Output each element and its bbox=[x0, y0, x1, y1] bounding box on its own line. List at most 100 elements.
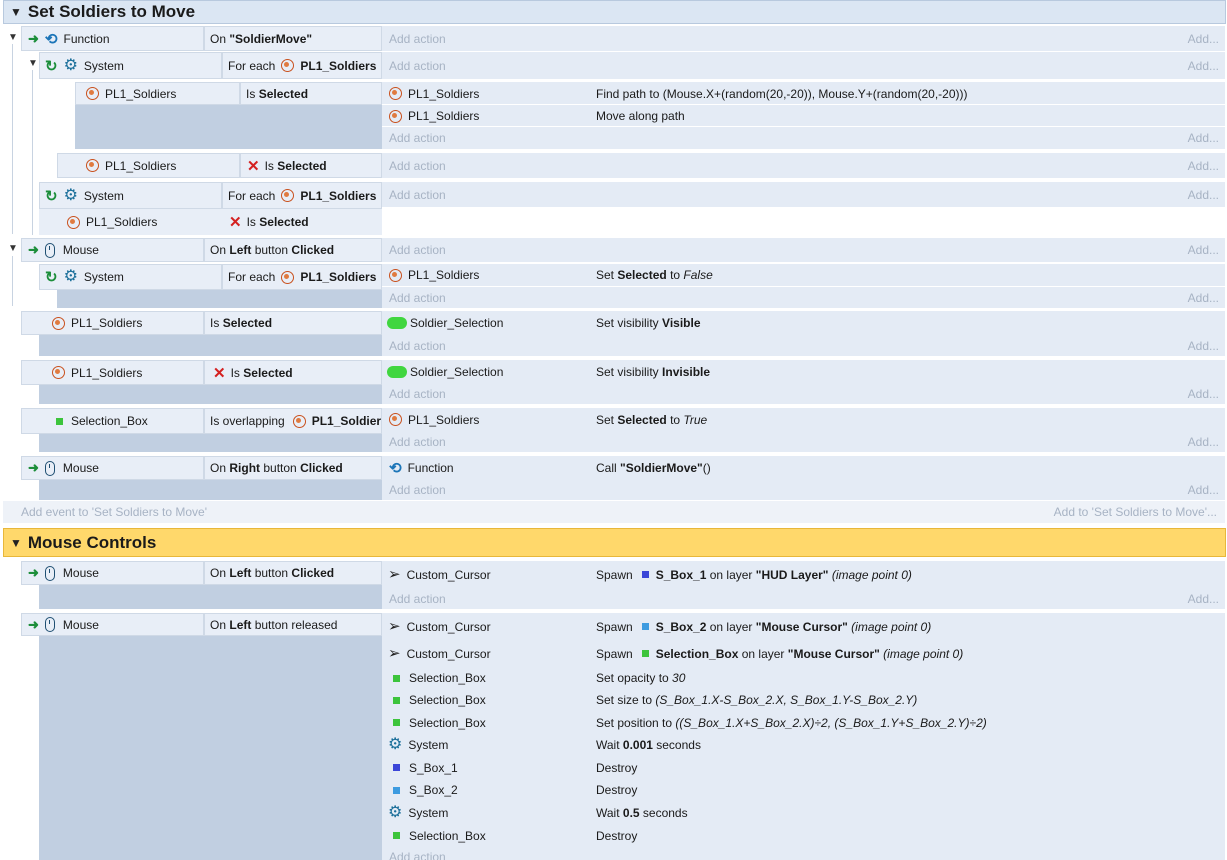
event-e2a-add-action[interactable]: Add action Add... bbox=[382, 287, 1225, 308]
add-action-link[interactable]: Add action bbox=[389, 435, 446, 449]
collapse-triangle-icon[interactable]: ▼ bbox=[10, 536, 22, 550]
add-action-link[interactable]: Add action bbox=[389, 243, 446, 257]
action-row[interactable]: ➢ Custom_Cursor bbox=[382, 640, 590, 667]
event-e1a1-object[interactable]: PL1_Soldiers bbox=[75, 82, 240, 105]
action-row[interactable]: Selection_Box bbox=[382, 689, 590, 711]
add-action-link[interactable]: Add action bbox=[389, 32, 446, 46]
action-text[interactable]: Spawn S_Box_2 on layer "Mouse Cursor" (i… bbox=[590, 613, 1225, 640]
event-m2-object[interactable]: ➜ Mouse bbox=[21, 613, 204, 636]
add-link[interactable]: Add... bbox=[1188, 159, 1219, 173]
event-e5-add-action[interactable]: Add action Add... bbox=[382, 431, 1225, 452]
group-header-set-soldiers[interactable]: ▼ Set Soldiers to Move bbox=[3, 0, 1226, 24]
add-link[interactable]: Add... bbox=[1188, 387, 1219, 401]
event-e1b-condition[interactable]: For each PL1_Soldiers bbox=[222, 182, 382, 209]
action-row[interactable]: Selection_Box bbox=[382, 824, 590, 847]
action-text[interactable]: Destroy bbox=[590, 756, 1225, 779]
action-row[interactable]: Selection_Box bbox=[382, 667, 590, 689]
action-text[interactable]: Call "SoldierMove" () bbox=[590, 456, 1225, 479]
action-text[interactable]: Set position to ((S_Box_1.X+S_Box_2.X)÷2… bbox=[590, 711, 1225, 734]
event-e3-object[interactable]: PL1_Soldiers bbox=[21, 311, 204, 335]
add-link[interactable]: Add... bbox=[1188, 483, 1219, 497]
add-action-link[interactable]: Add action bbox=[389, 131, 446, 145]
action-text[interactable]: Set visibility Invisible bbox=[590, 360, 1225, 383]
add-link[interactable]: Add... bbox=[1188, 188, 1219, 202]
action-text[interactable]: Set opacity to 30 bbox=[590, 667, 1225, 689]
add-action-link[interactable]: Add action bbox=[389, 291, 446, 305]
event-e1-object[interactable]: ➜ ⟲ Function bbox=[21, 26, 204, 51]
event-e6-add-action[interactable]: Add action Add... bbox=[382, 479, 1225, 500]
add-action-link[interactable]: Add action bbox=[389, 483, 446, 497]
group-footer[interactable]: Add event to 'Set Soldiers to Move' Add … bbox=[3, 501, 1225, 523]
event-e1a2-condition[interactable]: ✕ Is Selected bbox=[240, 153, 382, 178]
event-e1a-add-action[interactable]: Add action Add... bbox=[382, 52, 1225, 79]
action-row[interactable]: PL1_Soldiers bbox=[382, 264, 590, 286]
event-e1b-object-2[interactable]: PL1_Soldiers bbox=[39, 209, 222, 235]
action-row[interactable]: ⚙ System bbox=[382, 734, 590, 756]
event-e5-object[interactable]: Selection_Box bbox=[21, 408, 204, 434]
collapse-triangle-icon[interactable]: ▼ bbox=[10, 5, 22, 19]
action-text[interactable]: Set size to (S_Box_1.X-S_Box_2.X, S_Box_… bbox=[590, 689, 1225, 711]
add-action-link[interactable]: Add action bbox=[389, 339, 446, 353]
action-text[interactable]: Set Selected to False bbox=[590, 264, 1225, 286]
action-text[interactable]: Wait 0.001 seconds bbox=[590, 734, 1225, 756]
action-row[interactable]: ⟲ Function bbox=[382, 456, 590, 479]
add-link[interactable]: Add... bbox=[1188, 291, 1219, 305]
action-text[interactable]: Set Selected to True bbox=[590, 408, 1225, 431]
action-text[interactable]: Destroy bbox=[590, 779, 1225, 801]
add-action-link[interactable]: Add action bbox=[389, 592, 446, 606]
event-e1a-condition[interactable]: For each PL1_Soldiers bbox=[222, 52, 382, 79]
action-text[interactable]: Find path to (Mouse.X+(random(20,-20)), … bbox=[590, 82, 1225, 105]
event-e4-condition[interactable]: ✕ Is Selected bbox=[204, 360, 382, 385]
event-e1-condition[interactable]: On "SoldierMove" bbox=[204, 26, 382, 51]
event-e1a-object[interactable]: ↻ ⚙ System bbox=[39, 52, 222, 79]
collapse-triangle-icon[interactable]: ▼ bbox=[28, 58, 38, 69]
add-link[interactable]: Add... bbox=[1188, 131, 1219, 145]
action-row[interactable]: ➢ Custom_Cursor bbox=[382, 613, 590, 640]
action-row[interactable]: PL1_Soldiers bbox=[382, 82, 590, 105]
event-e1b-condition-2[interactable]: ✕ Is Selected bbox=[222, 209, 382, 235]
event-e3-add-action[interactable]: Add action Add... bbox=[382, 335, 1225, 356]
event-e4-object[interactable]: PL1_Soldiers bbox=[21, 360, 204, 385]
event-e6-condition[interactable]: On Right button Clicked bbox=[204, 456, 382, 480]
action-row[interactable]: ⚙ System bbox=[382, 801, 590, 824]
event-e6-object[interactable]: ➜ Mouse bbox=[21, 456, 204, 480]
action-row[interactable]: PL1_Soldiers bbox=[382, 105, 590, 127]
add-action-link[interactable]: Add action bbox=[389, 850, 446, 860]
add-action-link[interactable]: Add action bbox=[389, 188, 446, 202]
add-action-link[interactable]: Add action bbox=[389, 387, 446, 401]
add-link[interactable]: Add... bbox=[1188, 435, 1219, 449]
add-action-link[interactable]: Add action bbox=[389, 159, 446, 173]
event-e1a2-object[interactable]: PL1_Soldiers bbox=[57, 153, 240, 178]
collapse-triangle-icon[interactable]: ▼ bbox=[8, 243, 18, 254]
action-text[interactable]: Set visibility Visible bbox=[590, 311, 1225, 335]
add-to-group-link[interactable]: Add to 'Set Soldiers to Move'... bbox=[1054, 505, 1217, 519]
collapse-triangle-icon[interactable]: ▼ bbox=[8, 32, 18, 43]
event-e5-condition[interactable]: Is overlapping PL1_Soldiers bbox=[204, 408, 382, 434]
add-link[interactable]: Add... bbox=[1188, 32, 1219, 46]
add-link[interactable]: Add... bbox=[1188, 592, 1219, 606]
action-row[interactable]: ➢ Custom_Cursor bbox=[382, 561, 590, 588]
event-m1-add-action[interactable]: Add action Add... bbox=[382, 588, 1225, 609]
action-row[interactable]: Selection_Box bbox=[382, 711, 590, 734]
action-text[interactable]: Wait 0.5 seconds bbox=[590, 801, 1225, 824]
event-e2-condition[interactable]: On Left button Clicked bbox=[204, 238, 382, 262]
action-text[interactable]: Destroy bbox=[590, 824, 1225, 847]
group-header-mouse-controls[interactable]: ▼ Mouse Controls bbox=[3, 528, 1226, 557]
event-e2-object[interactable]: ➜ Mouse bbox=[21, 238, 204, 262]
event-e1a2-add-action[interactable]: Add action Add... bbox=[382, 153, 1225, 178]
event-e2a-object[interactable]: ↻ ⚙ System bbox=[39, 264, 222, 290]
action-row[interactable]: Soldier_Selection bbox=[382, 311, 590, 335]
add-link[interactable]: Add... bbox=[1188, 339, 1219, 353]
event-e1a1-condition[interactable]: Is Selected bbox=[240, 82, 382, 105]
action-row[interactable]: S_Box_1 bbox=[382, 756, 590, 779]
action-text[interactable]: Move along path bbox=[590, 105, 1225, 127]
event-m1-object[interactable]: ➜ Mouse bbox=[21, 561, 204, 585]
event-e3-condition[interactable]: Is Selected bbox=[204, 311, 382, 335]
action-text[interactable]: Spawn S_Box_1 on layer "HUD Layer" (imag… bbox=[590, 561, 1225, 588]
event-e2-add-action[interactable]: Add action Add... bbox=[382, 238, 1225, 262]
action-row[interactable]: PL1_Soldiers bbox=[382, 408, 590, 431]
event-e1a1-add-action[interactable]: Add action Add... bbox=[382, 127, 1225, 149]
event-e4-add-action[interactable]: Add action Add... bbox=[382, 383, 1225, 404]
action-row[interactable]: S_Box_2 bbox=[382, 779, 590, 801]
event-m2-add-action[interactable]: Add action bbox=[382, 847, 1225, 860]
